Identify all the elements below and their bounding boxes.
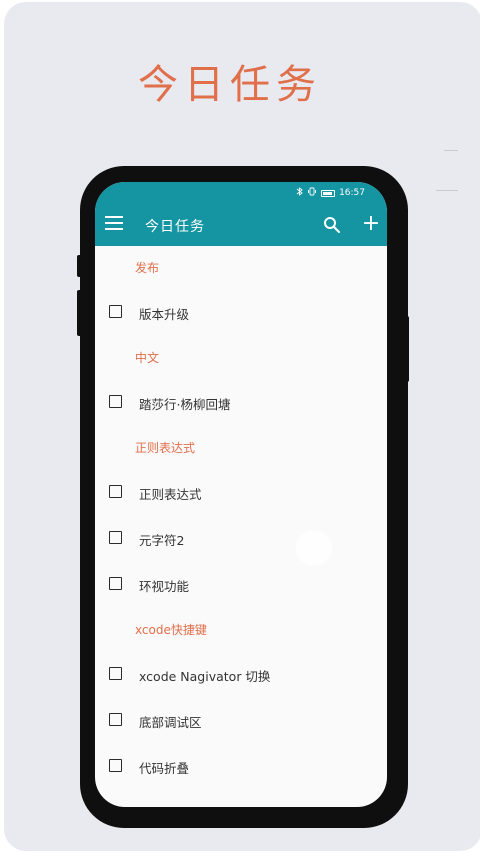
task-label: 元字符2 — [139, 533, 185, 548]
phone-side-button — [77, 290, 82, 336]
task-row[interactable]: 正则表达式 — [95, 470, 387, 516]
task-row[interactable]: 底部调试区 — [95, 698, 387, 744]
task-label: 踏莎行·杨柳回塘 — [139, 397, 231, 412]
task-checkbox[interactable] — [109, 577, 122, 590]
toolbar-title: 今日任务 — [145, 219, 205, 235]
task-row[interactable]: xcode Nagivator 切换 — [95, 652, 387, 698]
task-row[interactable]: 元字符2 — [95, 516, 387, 562]
phone-side-button — [404, 316, 409, 382]
task-row[interactable]: 踏莎行·杨柳回塘 — [95, 380, 387, 426]
promo-title: 今日任务 — [138, 62, 322, 108]
section-header: 正则表达式 — [135, 441, 196, 455]
task-checkbox[interactable] — [109, 667, 122, 680]
task-label: 正则表达式 — [139, 487, 202, 502]
status-time: 16:57 — [339, 188, 365, 198]
status-bar: 16:57 — [95, 182, 387, 204]
touch-indicator — [296, 530, 332, 566]
task-row[interactable]: 环视功能 — [95, 562, 387, 608]
section-header: 发布 — [135, 261, 160, 275]
task-label: 版本升级 — [139, 307, 190, 322]
section-header: xcode快捷键 — [135, 623, 207, 637]
task-checkbox[interactable] — [109, 485, 122, 498]
task-label: xcode Nagivator 切换 — [139, 669, 271, 684]
task-checkbox[interactable] — [109, 713, 122, 726]
task-checkbox[interactable] — [109, 759, 122, 772]
add-icon[interactable]: + — [361, 213, 381, 235]
task-label: 底部调试区 — [139, 715, 202, 730]
task-row[interactable]: 版本升级 — [95, 290, 387, 336]
status-icons: 16:57 — [296, 187, 365, 199]
task-label: 环视功能 — [139, 579, 190, 594]
battery-icon — [321, 189, 336, 197]
bluetooth-icon — [296, 187, 303, 199]
task-row[interactable]: 代码折叠 — [95, 744, 387, 790]
vibrate-icon — [307, 187, 317, 199]
task-checkbox[interactable] — [109, 395, 122, 408]
app-toolbar: 今日任务 + — [95, 204, 387, 246]
section-header: 中文 — [135, 351, 160, 365]
search-icon[interactable] — [323, 216, 341, 234]
task-list: 发布 版本升级 中文 踏莎行·杨柳回塘 正则表达式 正则表达式 元字符2 环视功… — [95, 246, 387, 790]
menu-icon[interactable] — [105, 216, 123, 232]
task-checkbox[interactable] — [109, 305, 122, 318]
app-screen: 16:57 今日任务 + 发布 版本升级 中文 踏莎行·杨柳回塘 正则表达式 正… — [95, 182, 387, 807]
task-label: 代码折叠 — [139, 761, 190, 776]
decor-dash — [436, 190, 458, 191]
decor-dash — [444, 150, 458, 151]
task-checkbox[interactable] — [109, 531, 122, 544]
phone-side-button — [77, 255, 82, 277]
